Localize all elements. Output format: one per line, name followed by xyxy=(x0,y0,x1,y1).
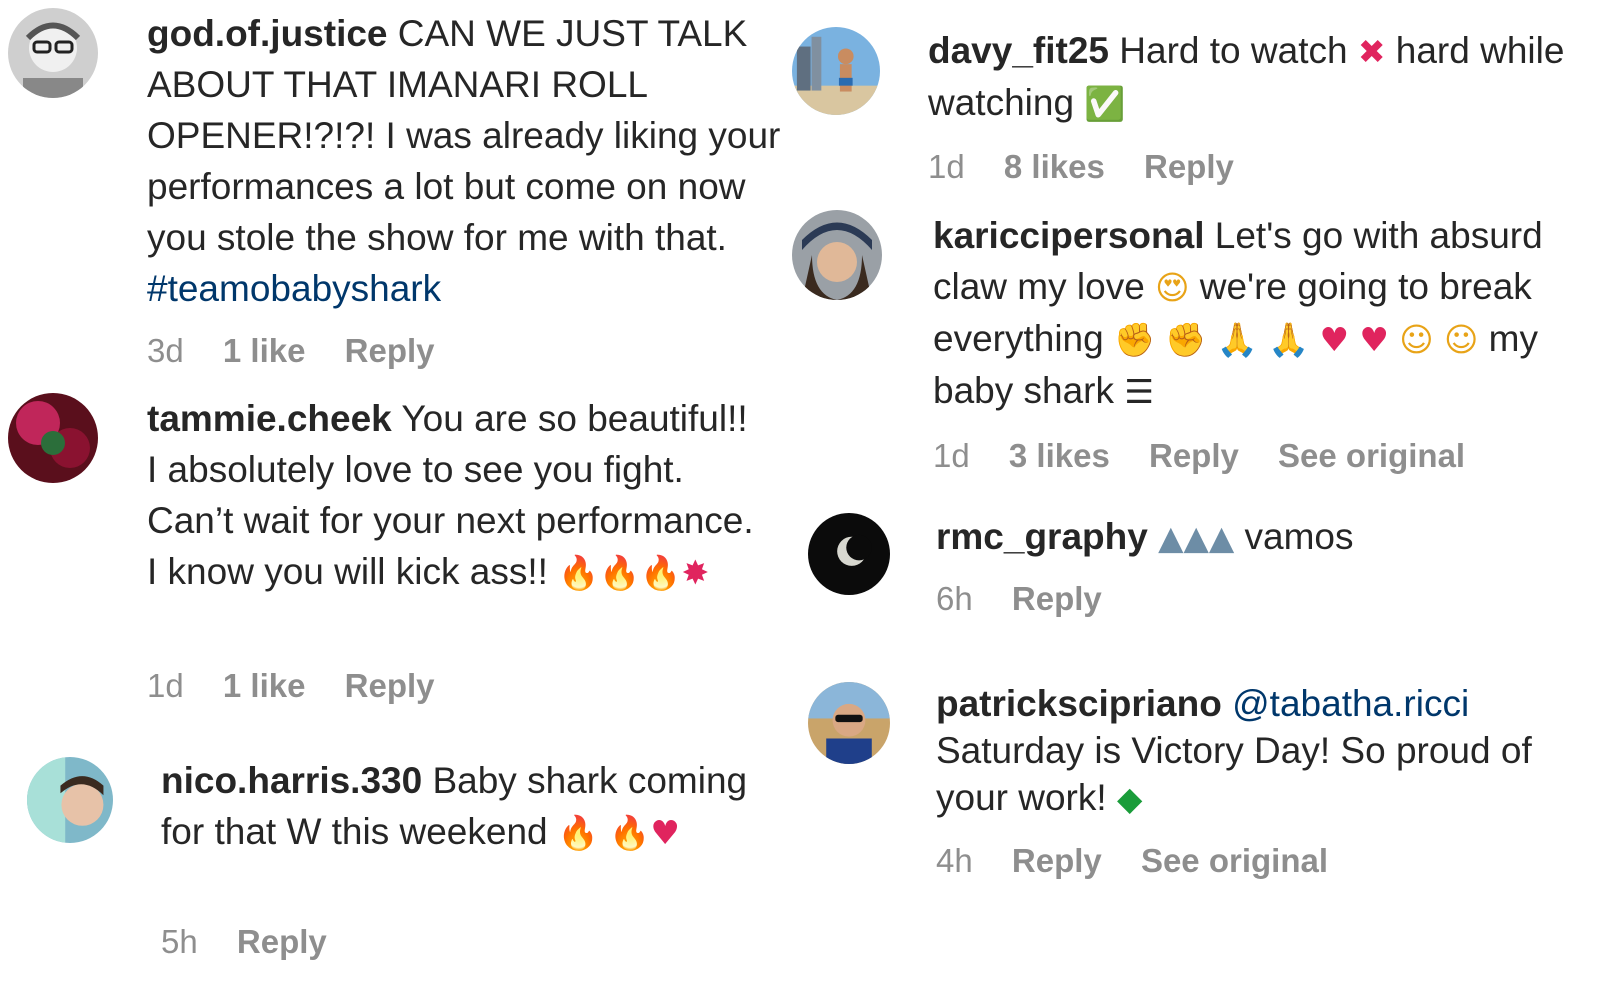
star-struck-emoji-icon: ☺ xyxy=(1399,320,1434,359)
avatar[interactable] xyxy=(808,682,890,764)
avatar[interactable] xyxy=(8,8,98,98)
pray-emoji-icon: 🙏 xyxy=(1268,320,1310,359)
likes-count[interactable]: 8 likes xyxy=(1004,148,1105,185)
username[interactable]: god.of.justice xyxy=(147,13,388,54)
comment-meta: 1d 1 like Reply xyxy=(147,667,465,705)
likes-count[interactable]: 1 like xyxy=(223,667,306,704)
comment-text: god.of.justice CAN WE JUST TALK ABOUT TH… xyxy=(147,13,781,309)
avatar[interactable] xyxy=(8,393,98,483)
comment-text: nico.harris.330 Baby shark coming for th… xyxy=(161,760,748,852)
reply-button[interactable]: Reply xyxy=(1144,148,1234,185)
timestamp: 1d xyxy=(928,148,965,185)
star-struck-emoji-icon: ☺ xyxy=(1443,320,1479,359)
comment-meta: 1d 8 likes Reply xyxy=(928,148,1264,186)
comment-text: davy_fit25 Hard to watch ✖ hard while wa… xyxy=(928,30,1565,123)
fist-emoji-icon: ✊ xyxy=(1114,320,1156,359)
heart-emoji-icon: ♥ xyxy=(1319,320,1350,359)
reply-button[interactable]: Reply xyxy=(345,667,435,704)
comment-text: rmc_graphy ▲▲▲ vamos xyxy=(936,516,1354,557)
avatar[interactable] xyxy=(27,757,113,843)
reply-button[interactable]: Reply xyxy=(1149,437,1239,474)
username[interactable]: davy_fit25 xyxy=(928,30,1109,71)
reply-button[interactable]: Reply xyxy=(1012,580,1102,617)
avatar[interactable] xyxy=(792,210,882,300)
fist-emoji-icon: ✊ xyxy=(1165,320,1207,359)
hashtag-link[interactable]: #teamobabyshark xyxy=(147,268,441,309)
timestamp: 5h xyxy=(161,923,198,960)
comment-text: kariccipersonal Let's go with absurd cla… xyxy=(933,215,1543,411)
flag-emoji-icon: ☰ xyxy=(1124,372,1154,411)
comment-meta: 5h Reply xyxy=(161,923,357,961)
reply-button[interactable]: Reply xyxy=(1012,842,1102,879)
fire-emoji-icon: 🔥 xyxy=(557,813,599,852)
fire-emoji-icon: 🔥 xyxy=(609,813,651,852)
timestamp: 6h xyxy=(936,580,973,617)
username[interactable]: rmc_graphy xyxy=(936,516,1148,557)
pray-emoji-icon: 🙏 xyxy=(1216,320,1258,359)
username[interactable]: tammie.cheek xyxy=(147,398,392,439)
username[interactable]: kariccipersonal xyxy=(933,215,1204,256)
comment-meta: 6h Reply xyxy=(936,580,1132,618)
see-original-button[interactable]: See original xyxy=(1278,437,1465,474)
heart-emoji-icon: ♥ xyxy=(1359,320,1389,359)
comment-text: patrickscipriano @tabatha.ricci Saturday… xyxy=(936,683,1532,818)
reply-button[interactable]: Reply xyxy=(345,332,435,369)
timestamp: 1d xyxy=(147,667,184,704)
username[interactable]: nico.harris.330 xyxy=(161,760,422,801)
brazil-flag-emoji-icon: ◆ xyxy=(1116,779,1143,818)
check-mark-emoji-icon: ✅ xyxy=(1084,84,1126,123)
avatar[interactable] xyxy=(792,27,880,115)
cross-mark-emoji-icon: ✖ xyxy=(1357,32,1386,71)
comment-meta: 4h Reply See original xyxy=(936,842,1358,880)
see-original-button[interactable]: See original xyxy=(1141,842,1328,879)
heart-eyes-emoji-icon: 😍 xyxy=(1155,268,1190,307)
avatar[interactable] xyxy=(808,513,890,595)
heart-emoji-icon: ♥ xyxy=(650,813,680,852)
comment-text: tammie.cheek You are so beautiful!! I ab… xyxy=(147,398,754,592)
fire-emoji-icon: 🔥🔥🔥 xyxy=(558,553,682,592)
likes-count[interactable]: 1 like xyxy=(223,332,306,369)
collision-emoji-icon: ✸ xyxy=(681,553,710,592)
comment-meta: 3d 1 like Reply xyxy=(147,332,465,370)
likes-count[interactable]: 3 likes xyxy=(1009,437,1110,474)
comment-meta: 1d 3 likes Reply See original xyxy=(933,437,1495,475)
username[interactable]: patrickscipriano xyxy=(936,683,1222,724)
timestamp: 3d xyxy=(147,332,184,369)
timestamp: 4h xyxy=(936,842,973,879)
reply-button[interactable]: Reply xyxy=(237,923,327,960)
mention-link[interactable]: @tabatha.ricci xyxy=(1232,683,1469,724)
shark-emoji-icon: ▲▲▲ xyxy=(1158,518,1235,557)
timestamp: 1d xyxy=(933,437,970,474)
